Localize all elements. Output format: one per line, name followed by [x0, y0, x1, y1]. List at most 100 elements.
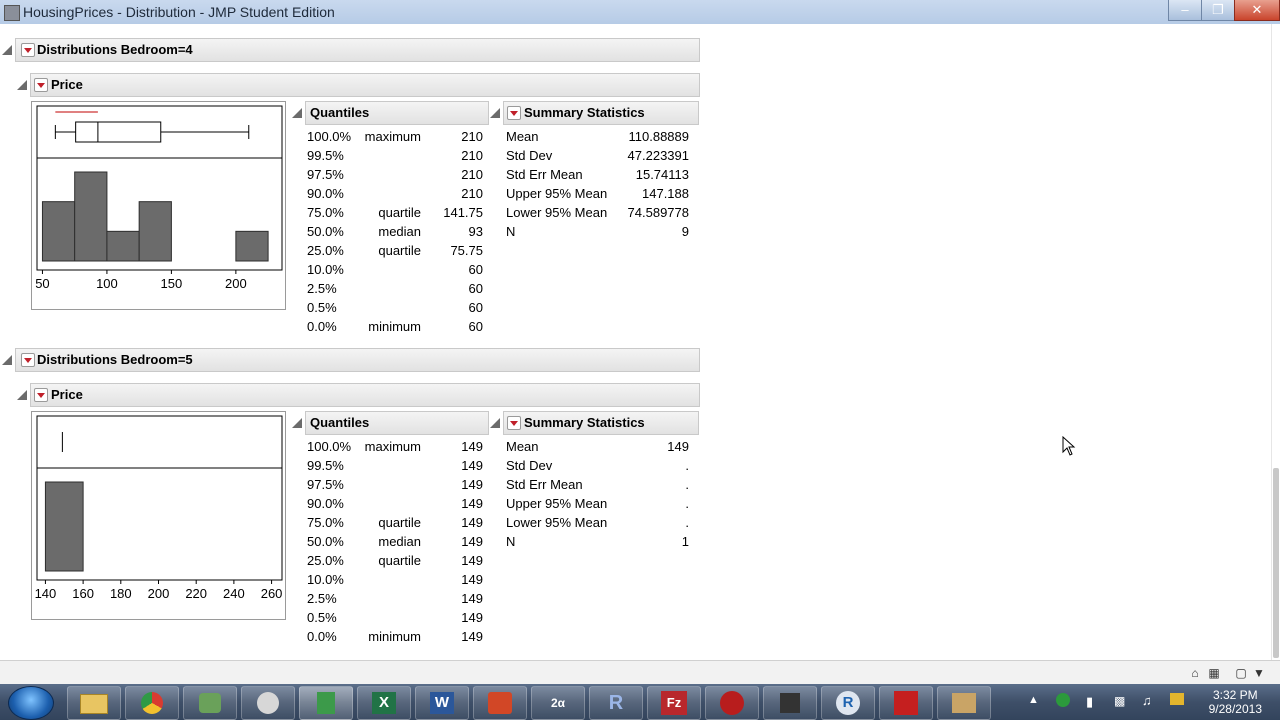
home-icon[interactable]: ⌂	[1188, 666, 1202, 680]
quantile-row: 2.5% 149	[307, 589, 485, 608]
quantile-value: 210	[461, 167, 483, 182]
histogram-svg[interactable]: 50 100 150 200	[32, 102, 285, 309]
notification-icon[interactable]	[1170, 693, 1184, 705]
network-icon[interactable]: ▩	[1114, 694, 1125, 708]
summary-label: Mean	[506, 129, 539, 144]
histogram-svg[interactable]: 140 160 180 200 220 240 260	[32, 412, 285, 619]
jmp-icon[interactable]	[183, 686, 237, 720]
window-title-bar[interactable]: HousingPrices - Distribution - JMP Stude…	[0, 0, 1280, 25]
red-triangle-menu-icon[interactable]	[34, 388, 48, 402]
r-studio-icon[interactable]: R	[589, 686, 643, 720]
variable-header-price[interactable]: Price	[17, 73, 700, 97]
quantile-value: 149	[461, 553, 483, 568]
minimize-button[interactable]: –	[1168, 0, 1202, 21]
summary-label: Std Err Mean	[506, 477, 583, 492]
red-triangle-menu-icon[interactable]	[507, 416, 521, 430]
summary-statistics-header[interactable]: Summary Statistics	[490, 101, 699, 125]
quantile-percent: 25.0%	[307, 553, 344, 568]
axis-tick-label: 220	[185, 586, 207, 601]
summary-value: .	[685, 496, 689, 511]
summary-row: Lower 95% Mean.	[506, 513, 690, 532]
red-triangle-menu-icon[interactable]	[21, 353, 35, 367]
summary-value: 47.223391	[627, 148, 689, 163]
show-hidden-icons-icon[interactable]: ▲	[1028, 694, 1039, 706]
quantile-row: 75.0% quartile 149	[307, 513, 485, 532]
histogram-bar	[41, 201, 76, 262]
jmp-student-icon[interactable]	[299, 686, 353, 720]
battery-icon[interactable]: ▮	[1086, 694, 1093, 710]
quantile-percent: 100.0%	[307, 439, 352, 454]
quantile-label: median	[378, 534, 421, 549]
app-icon[interactable]	[4, 5, 20, 21]
scrollbar-thumb[interactable]	[1273, 468, 1279, 658]
layout-icon[interactable]: ▢	[1234, 666, 1248, 680]
quantile-percent: 2.5%	[307, 281, 337, 296]
quantile-value: 149	[461, 458, 483, 473]
camtasia-icon[interactable]	[763, 686, 817, 720]
quantile-percent: 100.0%	[307, 129, 352, 144]
tools-icon[interactable]	[937, 686, 991, 720]
vertical-scrollbar[interactable]	[1271, 24, 1280, 660]
math-icon[interactable]: 2α	[531, 686, 585, 720]
folder-icon[interactable]	[67, 686, 121, 720]
disclosure-triangle-icon[interactable]	[2, 355, 12, 365]
section-header-bedroom-5[interactable]: Distributions Bedroom=5	[2, 348, 700, 372]
quantiles-header[interactable]: Quantiles	[292, 411, 489, 435]
excel-label: X	[372, 692, 396, 714]
quantile-value: 149	[461, 439, 483, 454]
chrome-icon[interactable]	[125, 686, 179, 720]
summary-label: Std Dev	[506, 148, 553, 163]
filezilla-icon[interactable]: Fz	[647, 686, 701, 720]
maximize-button[interactable]: ❐	[1201, 0, 1235, 21]
quantile-value: 149	[461, 534, 483, 549]
summary-statistics-header[interactable]: Summary Statistics	[490, 411, 699, 435]
taskbar: X W 2α R Fz R ▲ ▮ ▩ ♫ 3:32 PM 9/28/2013	[0, 684, 1280, 720]
summary-value: .	[685, 458, 689, 473]
quantile-percent: 99.5%	[307, 148, 344, 163]
quantile-value: 149	[461, 629, 483, 644]
disclosure-triangle-icon[interactable]	[292, 418, 302, 428]
histogram-bar	[235, 230, 269, 262]
start-button[interactable]	[8, 686, 54, 720]
disclosure-triangle-icon[interactable]	[17, 80, 27, 90]
distribution-plot[interactable]: 140 160 180 200 220 240 260	[31, 411, 286, 620]
excel-icon[interactable]: X	[357, 686, 411, 720]
summary-row: Mean 149	[506, 437, 690, 456]
system-clock[interactable]: 3:32 PM 9/28/2013	[1209, 688, 1262, 716]
section-header-bedroom-4[interactable]: Distributions Bedroom=4	[2, 38, 700, 62]
quantile-value: 60	[468, 262, 483, 277]
red-triangle-menu-icon[interactable]	[21, 43, 35, 57]
summary-label: Mean	[506, 439, 539, 454]
quantile-value: 210	[461, 148, 483, 163]
disclosure-triangle-icon[interactable]	[2, 45, 12, 55]
close-button[interactable]: ✕	[1234, 0, 1280, 21]
distribution-plot[interactable]: 50 100 150 200	[31, 101, 286, 310]
variable-header-price[interactable]: Price	[17, 383, 700, 407]
quantile-label: minimum	[368, 319, 421, 334]
disclosure-triangle-icon[interactable]	[490, 418, 500, 428]
summary-title: Summary Statistics	[524, 415, 645, 430]
quantile-value: 149	[461, 591, 483, 606]
disclosure-triangle-icon[interactable]	[490, 108, 500, 118]
media-icon[interactable]	[705, 686, 759, 720]
quantile-row: 0.5% 149	[307, 608, 485, 627]
disclosure-triangle-icon[interactable]	[292, 108, 302, 118]
quantile-row: 99.5% 149	[307, 456, 485, 475]
quantile-row: 25.0% quartile 149	[307, 551, 485, 570]
chevron-down-icon[interactable]: ▼	[1252, 666, 1266, 680]
powerpoint-icon[interactable]	[473, 686, 527, 720]
acrobat-icon[interactable]	[879, 686, 933, 720]
axis-tick-label: 140	[35, 586, 57, 601]
red-triangle-menu-icon[interactable]	[34, 78, 48, 92]
quantile-percent: 10.0%	[307, 262, 344, 277]
red-triangle-menu-icon[interactable]	[507, 106, 521, 120]
r-icon[interactable]: R	[821, 686, 875, 720]
sharp-icon[interactable]	[241, 686, 295, 720]
word-icon[interactable]: W	[415, 686, 469, 720]
volume-icon[interactable]: ♫	[1142, 693, 1152, 708]
disclosure-triangle-icon[interactable]	[17, 390, 27, 400]
axis-tick-label: 260	[261, 586, 283, 601]
quantiles-header[interactable]: Quantiles	[292, 101, 489, 125]
window-list-icon[interactable]: ▦	[1207, 666, 1221, 680]
sync-icon[interactable]	[1056, 693, 1070, 707]
